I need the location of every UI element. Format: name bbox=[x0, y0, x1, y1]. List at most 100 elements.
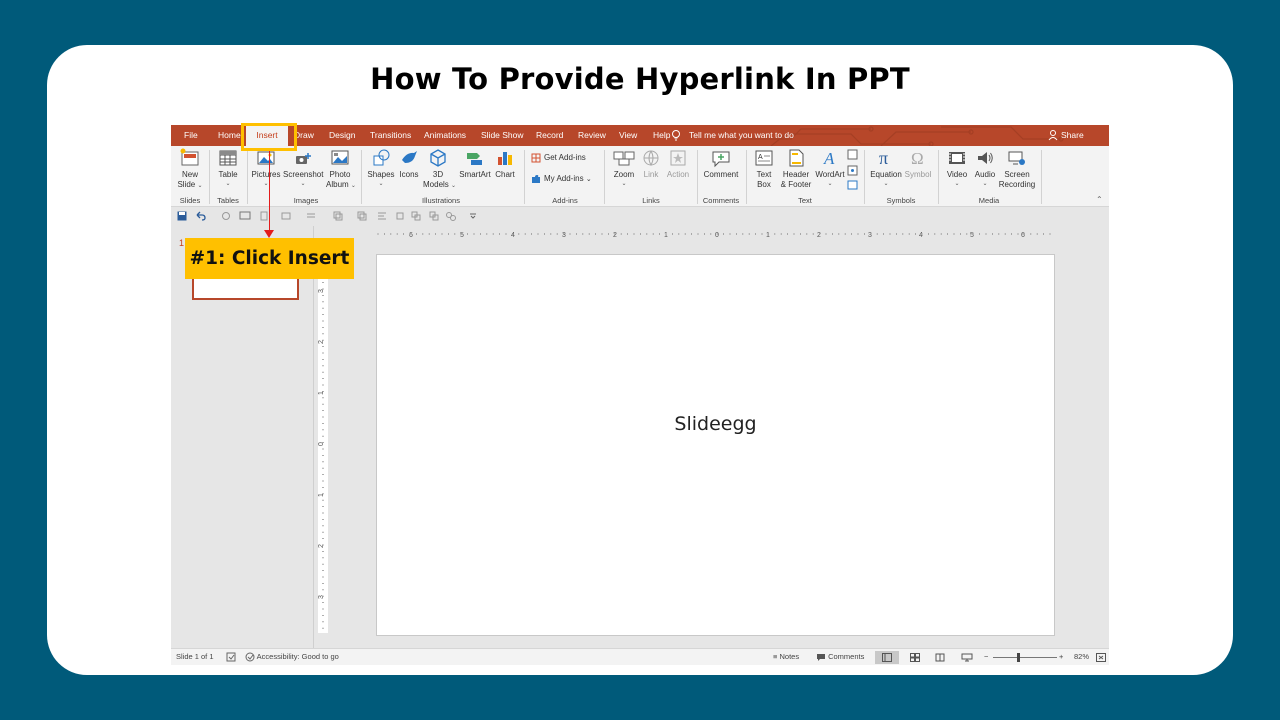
notes-button[interactable]: ≡ Notes bbox=[773, 652, 799, 662]
audio-button[interactable]: Audio ⌄ bbox=[972, 148, 998, 188]
zoom-out-button[interactable]: − bbox=[984, 652, 988, 662]
tell-me-search[interactable]: Tell me what you want to do bbox=[672, 125, 794, 146]
spellcheck-icon[interactable] bbox=[226, 652, 236, 662]
equation-button[interactable]: π Equation ⌄ bbox=[869, 148, 903, 188]
new-slide-button[interactable]: New Slide ⌄ bbox=[177, 148, 203, 190]
header-footer-button[interactable]: Header & Footer bbox=[779, 148, 813, 190]
chart-button[interactable]: Chart bbox=[493, 148, 517, 180]
icons-label: Icons bbox=[399, 170, 419, 179]
tab-file[interactable]: File bbox=[184, 125, 198, 146]
normal-view-button[interactable] bbox=[875, 651, 899, 664]
get-addins-label: Get Add-ins bbox=[544, 153, 586, 162]
wordart-button[interactable]: A WordArt ⌄ bbox=[814, 148, 846, 188]
zoom-slider-thumb[interactable] bbox=[1017, 653, 1020, 662]
slide-body-text[interactable]: Slideegg bbox=[377, 413, 1054, 435]
group-label-tables: Tables bbox=[217, 196, 239, 205]
symbol-label: Symbol bbox=[904, 170, 932, 179]
screenshot-button[interactable]: Screenshot ⌄ bbox=[283, 148, 323, 188]
align-text-icon[interactable] bbox=[377, 211, 387, 221]
tab-view[interactable]: View bbox=[619, 125, 637, 146]
document-icon[interactable] bbox=[259, 211, 269, 221]
my-addins-button[interactable]: My Add-ins ⌄ bbox=[531, 173, 592, 186]
my-addins-label: My Add-ins bbox=[544, 174, 584, 183]
zoom-button[interactable]: Zoom ⌄ bbox=[611, 148, 637, 188]
present-icon[interactable] bbox=[239, 211, 251, 221]
send-backward-icon[interactable] bbox=[357, 211, 367, 221]
print-icon[interactable] bbox=[395, 211, 405, 221]
symbol-button[interactable]: Ω Symbol bbox=[903, 148, 933, 180]
chevron-down-icon: ⌄ bbox=[225, 181, 231, 187]
action-button[interactable]: Action bbox=[665, 148, 691, 180]
video-button[interactable]: Video ⌄ bbox=[944, 148, 970, 188]
tab-animations[interactable]: Animations bbox=[424, 125, 466, 146]
smartart-button[interactable]: SmartArt bbox=[457, 148, 493, 180]
tab-review[interactable]: Review bbox=[578, 125, 606, 146]
get-addins-button[interactable]: Get Add-ins bbox=[531, 152, 586, 164]
select-icon[interactable] bbox=[429, 211, 439, 221]
chart-label: Chart bbox=[495, 170, 515, 179]
slideshow-icon[interactable] bbox=[961, 653, 973, 662]
format-icon[interactable] bbox=[281, 211, 291, 221]
tab-home[interactable]: Home bbox=[218, 125, 241, 146]
3d-models-label-1: 3D bbox=[432, 170, 444, 179]
tab-design[interactable]: Design bbox=[329, 125, 355, 146]
bring-forward-icon[interactable] bbox=[333, 211, 343, 221]
icons-button[interactable]: Icons bbox=[397, 148, 421, 180]
accessibility-status[interactable]: Accessibility: Good to go bbox=[245, 652, 339, 662]
smartart-icon bbox=[467, 153, 482, 165]
normal-view-icon bbox=[882, 653, 892, 662]
link-button[interactable]: Link bbox=[639, 148, 663, 180]
fit-slide-icon[interactable] bbox=[1096, 653, 1106, 662]
slide-sorter-icon[interactable] bbox=[910, 653, 920, 662]
comment-button[interactable]: Comment bbox=[703, 148, 739, 180]
3d-models-button[interactable]: 3D Models ⌄ bbox=[423, 148, 456, 190]
group-separator bbox=[938, 150, 939, 204]
share-label: Share bbox=[1061, 130, 1084, 140]
shapes-label: Shapes bbox=[367, 170, 395, 179]
comments-button[interactable]: Comments bbox=[816, 652, 864, 662]
text-box-button[interactable]: A Text Box bbox=[751, 148, 777, 190]
align-icon[interactable] bbox=[306, 211, 316, 221]
tab-help[interactable]: Help bbox=[653, 125, 670, 146]
redo-icon[interactable] bbox=[221, 211, 231, 221]
ruler-tick-label: 2 bbox=[318, 544, 325, 548]
group-label-images: Images bbox=[293, 196, 319, 205]
group-separator bbox=[604, 150, 605, 204]
puzzle-icon bbox=[532, 174, 540, 183]
photo-album-button[interactable]: Photo Album ⌄ bbox=[326, 148, 356, 190]
powerpoint-window: File Home Insert Draw Design Transitions… bbox=[171, 125, 1109, 665]
wordart-label: WordArt bbox=[815, 170, 845, 179]
zoom-in-button[interactable]: + bbox=[1059, 652, 1063, 662]
group-separator bbox=[697, 150, 698, 204]
collapse-ribbon-icon[interactable]: ⌃ bbox=[1096, 195, 1103, 204]
audio-label: Audio bbox=[974, 170, 996, 179]
horizontal-ruler: 6543210123456 bbox=[377, 232, 1051, 239]
group-separator bbox=[864, 150, 865, 204]
group-objects-icon[interactable] bbox=[411, 211, 421, 221]
pictures-button[interactable]: Pictures ⌄ bbox=[251, 148, 281, 188]
shapes-button[interactable]: Shapes ⌄ bbox=[367, 148, 395, 188]
share-button[interactable]: Share bbox=[1048, 125, 1084, 146]
photo-album-label-1: Photo bbox=[329, 170, 351, 179]
callout-arrow-line bbox=[269, 151, 270, 233]
screen-recording-button[interactable]: Screen Recording bbox=[998, 148, 1036, 190]
save-icon[interactable] bbox=[177, 211, 187, 221]
group-label-symbols: Symbols bbox=[886, 196, 916, 205]
reading-view-icon[interactable] bbox=[935, 653, 945, 662]
tab-slide-show[interactable]: Slide Show bbox=[481, 125, 524, 146]
store-icon bbox=[531, 153, 541, 163]
header-footer-icon bbox=[789, 149, 804, 167]
table-button[interactable]: Table ⌄ bbox=[215, 148, 241, 188]
zoom-label: Zoom bbox=[613, 170, 635, 179]
tab-transitions[interactable]: Transitions bbox=[370, 125, 411, 146]
slide-canvas[interactable]: Slideegg bbox=[376, 254, 1055, 636]
slide-thumbnails-pane: 1 bbox=[171, 226, 314, 648]
zoom-slider[interactable] bbox=[993, 657, 1057, 658]
customize-qat-icon[interactable] bbox=[469, 211, 477, 221]
zoom-level[interactable]: 82% bbox=[1074, 652, 1089, 662]
tab-record[interactable]: Record bbox=[536, 125, 563, 146]
copy-icon[interactable] bbox=[445, 211, 457, 221]
table-icon bbox=[219, 150, 237, 166]
undo-icon[interactable] bbox=[195, 211, 209, 221]
globe-link-icon bbox=[643, 150, 659, 167]
